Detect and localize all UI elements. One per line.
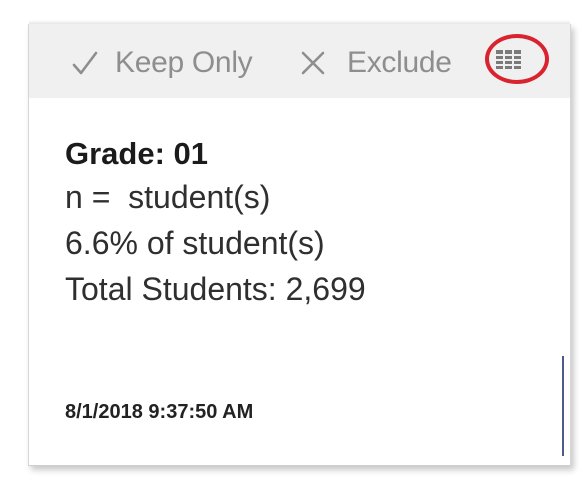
timestamp: 8/1/2018 9:37:50 AM — [65, 401, 254, 423]
tooltip-toolbar: Keep Only Exclude — [29, 24, 570, 98]
screenshot-stage: Keep Only Exclude Grade: 01 n = student(… — [0, 0, 584, 481]
exclude-button[interactable]: Exclude — [299, 44, 452, 82]
total-students-line: Total Students: 2,699 — [65, 271, 366, 307]
scroll-edge-line — [562, 356, 564, 456]
checkmark-icon — [72, 51, 98, 75]
keep-only-label: Keep Only — [115, 46, 253, 79]
mark-tooltip: Keep Only Exclude Grade: 01 n = student(… — [28, 20, 571, 466]
x-icon — [301, 51, 325, 75]
view-data-grid-icon[interactable] — [494, 46, 524, 74]
exclude-label: Exclude — [347, 46, 452, 79]
keep-only-button[interactable]: Keep Only — [69, 44, 253, 82]
student-percent-line: 6.6% of student(s) — [65, 225, 325, 261]
student-count-line: n = student(s) — [65, 179, 271, 215]
tooltip-content: Grade: 01 n = student(s) 6.6% of student… — [65, 134, 550, 312]
tooltip-title: Grade: 01 — [65, 136, 209, 171]
